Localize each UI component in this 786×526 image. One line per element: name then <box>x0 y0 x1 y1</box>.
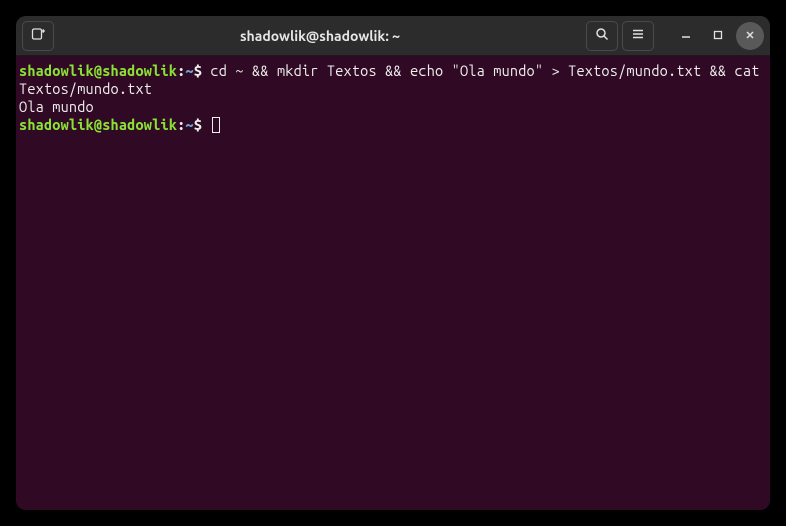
new-tab-button[interactable] <box>22 21 54 51</box>
close-button[interactable] <box>736 22 764 50</box>
titlebar: shadowlik@shadowlik: ~ <box>16 16 770 56</box>
close-icon <box>744 27 756 45</box>
cursor <box>212 117 220 133</box>
prompt-user-host-2: shadowlik@shadowlik <box>19 116 177 133</box>
prompt-user-host: shadowlik@shadowlik <box>19 62 177 79</box>
menu-button[interactable] <box>622 21 654 51</box>
prompt-path-2: ~ <box>185 116 193 133</box>
new-tab-icon <box>30 26 46 45</box>
maximize-button[interactable] <box>704 22 732 50</box>
titlebar-right <box>586 21 764 51</box>
prompt-symbol: $ <box>194 62 202 79</box>
terminal-window: shadowlik@shadowlik: ~ <box>16 16 770 510</box>
minimize-icon <box>680 27 692 45</box>
terminal-text: shadowlik@shadowlik:~$ cd ~ && mkdir Tex… <box>19 62 767 134</box>
search-icon <box>594 26 610 45</box>
command-output: Ola mundo <box>19 98 94 115</box>
titlebar-left <box>22 21 54 51</box>
hamburger-icon <box>630 26 646 45</box>
window-title: shadowlik@shadowlik: ~ <box>54 28 586 44</box>
prompt-path: ~ <box>185 62 193 79</box>
search-button[interactable] <box>586 21 618 51</box>
minimize-button[interactable] <box>672 22 700 50</box>
prompt-symbol-2: $ <box>194 116 202 133</box>
terminal-content[interactable]: shadowlik@shadowlik:~$ cd ~ && mkdir Tex… <box>16 56 770 510</box>
maximize-icon <box>712 27 724 45</box>
